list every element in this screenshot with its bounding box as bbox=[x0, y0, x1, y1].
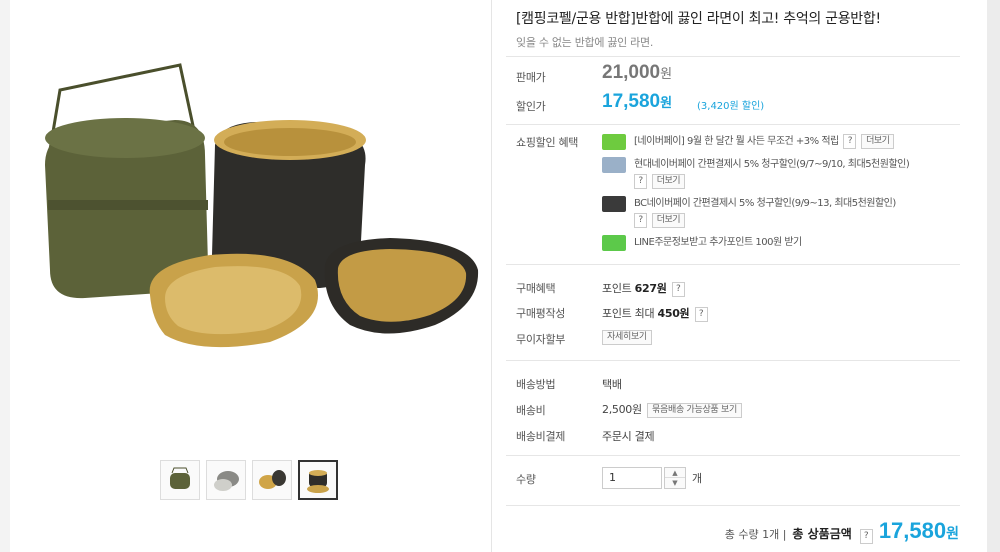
sale-price-label: 할인가 bbox=[516, 100, 546, 113]
benefit-item-bc: BC네이버페이 간편결제시 5% 청구할인(9/9~13, 최대5천원할인) ?… bbox=[602, 195, 962, 229]
benefit-text: BC네이버페이 간편결제시 5% 청구할인(9/9~13, 최대5천원할인) bbox=[634, 198, 896, 209]
shipping-payment-value: 주문시 결제 bbox=[602, 430, 655, 443]
original-price-label: 판매가 bbox=[516, 71, 546, 84]
quantity-decrease-icon[interactable]: ▼ bbox=[665, 478, 685, 488]
divider bbox=[506, 124, 960, 125]
help-button[interactable]: ? bbox=[843, 133, 857, 149]
quantity-increase-icon[interactable]: ▲ bbox=[665, 468, 685, 478]
thumbnail-2[interactable] bbox=[206, 460, 246, 500]
shipping-fee-amount: 2,500원 bbox=[602, 403, 642, 416]
help-button[interactable]: ? bbox=[634, 212, 647, 228]
thumbnail-1[interactable] bbox=[160, 460, 200, 500]
review-point-amount: 450원 bbox=[657, 307, 690, 320]
original-price-value: 21,000 bbox=[602, 62, 661, 83]
total-price-value: 17,580 bbox=[878, 518, 947, 543]
line-card-icon bbox=[602, 235, 626, 251]
shipping-fee-value: 2,500원 묶음배송 가능상품 보기 bbox=[602, 401, 742, 418]
thumbnail-brass-image bbox=[259, 470, 286, 489]
total-summary: 총 수량 1개 | 총 상품금액 ? 17,580원 bbox=[725, 518, 959, 544]
help-button[interactable]: ? bbox=[634, 173, 647, 189]
quantity-label: 수량 bbox=[516, 473, 536, 486]
divider bbox=[506, 264, 960, 265]
bc-card-icon bbox=[602, 196, 626, 212]
benefit-text: [네이버페이] 9월 한 달간 뭘 사든 무조건 +3% 적립 bbox=[634, 136, 839, 147]
divider bbox=[506, 505, 960, 506]
more-button[interactable]: 더보기 bbox=[861, 133, 895, 149]
installment-detail-button[interactable]: 자세히보기 bbox=[602, 330, 652, 345]
naverpay-card-icon bbox=[602, 134, 626, 150]
sale-price: 17,580원 bbox=[602, 91, 672, 113]
sale-price-unit: 원 bbox=[660, 95, 673, 110]
divider bbox=[506, 360, 960, 361]
product-image-panel bbox=[10, 0, 492, 552]
more-button[interactable]: 더보기 bbox=[651, 173, 686, 189]
page-scroll-edge bbox=[987, 0, 1000, 552]
bundle-shipping-button[interactable]: 묶음배송 가능상품 보기 bbox=[647, 402, 742, 418]
help-button[interactable]: ? bbox=[694, 306, 708, 322]
product-info-panel: [캠핑코펠/군용 반합]반합에 끓인 라면이 최고! 추억의 군용반합! 잊을 … bbox=[492, 0, 987, 552]
installment-value: 자세히보기 bbox=[602, 330, 652, 345]
benefit-item-line: LINE주문정보받고 추가포인트 100원 받기 bbox=[602, 234, 802, 251]
more-button[interactable]: 더보기 bbox=[651, 212, 686, 228]
benefit-text[interactable]: LINE주문정보받고 추가포인트 100원 받기 bbox=[634, 237, 802, 248]
benefits-label: 쇼핑할인 혜택 bbox=[516, 136, 579, 149]
total-help-button[interactable]: ? bbox=[859, 529, 873, 544]
thumbnail-black-image bbox=[307, 470, 329, 493]
quantity-unit: 개 bbox=[692, 472, 703, 485]
total-count: 총 수량 1개 | bbox=[724, 528, 787, 541]
total-price-unit: 원 bbox=[946, 525, 959, 541]
installment-label: 무이자할부 bbox=[516, 333, 566, 346]
divider bbox=[506, 455, 960, 456]
review-benefit-label: 구매평작성 bbox=[516, 307, 566, 320]
purchase-benefit-label: 구매혜택 bbox=[516, 282, 556, 295]
point-amount: 627원 bbox=[634, 282, 667, 295]
shipping-payment-label: 배송비결제 bbox=[516, 430, 566, 443]
product-title: [캠핑코펠/군용 반합]반합에 끓인 라면이 최고! 추억의 군용반합! bbox=[516, 11, 881, 27]
benefit-item-hyundai: 현대네이버페이 간편결제시 5% 청구할인(9/7~9/10, 최대5천원할인)… bbox=[602, 156, 962, 190]
thumbnail-olive-image bbox=[170, 467, 190, 489]
help-button[interactable]: ? bbox=[671, 281, 685, 297]
shipping-method-label: 배송방법 bbox=[516, 378, 556, 391]
thumbnail-4-selected[interactable] bbox=[298, 460, 338, 500]
thumbnail-strip bbox=[160, 460, 338, 500]
quantity-stepper[interactable]: ▲ ▼ bbox=[664, 467, 686, 489]
discount-amount: (3,420원 할인) bbox=[697, 101, 765, 112]
original-price: 21,000원 bbox=[602, 62, 672, 84]
total-label: 총 상품금액 bbox=[792, 527, 852, 541]
benefit-item-naverpay: [네이버페이] 9월 한 달간 뭘 사든 무조건 +3% 적립 ? 더보기 bbox=[602, 133, 895, 150]
quantity-input[interactable]: 1 bbox=[602, 467, 662, 489]
original-price-unit: 원 bbox=[660, 66, 673, 81]
thumbnail-steel-image bbox=[214, 471, 239, 491]
thumbnail-3[interactable] bbox=[252, 460, 292, 500]
product-main-image bbox=[45, 63, 479, 348]
hyundai-card-icon bbox=[602, 157, 626, 173]
shipping-fee-label: 배송비 bbox=[516, 404, 546, 417]
point-text: 포인트 bbox=[602, 282, 632, 295]
review-point-text: 포인트 최대 bbox=[602, 307, 655, 320]
shipping-method-value: 택배 bbox=[602, 378, 622, 391]
review-benefit-value: 포인트 최대 450원 ? bbox=[602, 305, 708, 322]
sale-price-value: 17,580 bbox=[602, 91, 661, 112]
product-subtitle: 잊을 수 없는 반합에 끓인 라면. bbox=[516, 36, 654, 49]
divider bbox=[506, 56, 960, 57]
purchase-benefit-value: 포인트 627원 ? bbox=[602, 280, 685, 297]
benefit-text: 현대네이버페이 간편결제시 5% 청구할인(9/7~9/10, 최대5천원할인) bbox=[634, 159, 910, 170]
total-price: 17,580원 bbox=[879, 518, 959, 544]
